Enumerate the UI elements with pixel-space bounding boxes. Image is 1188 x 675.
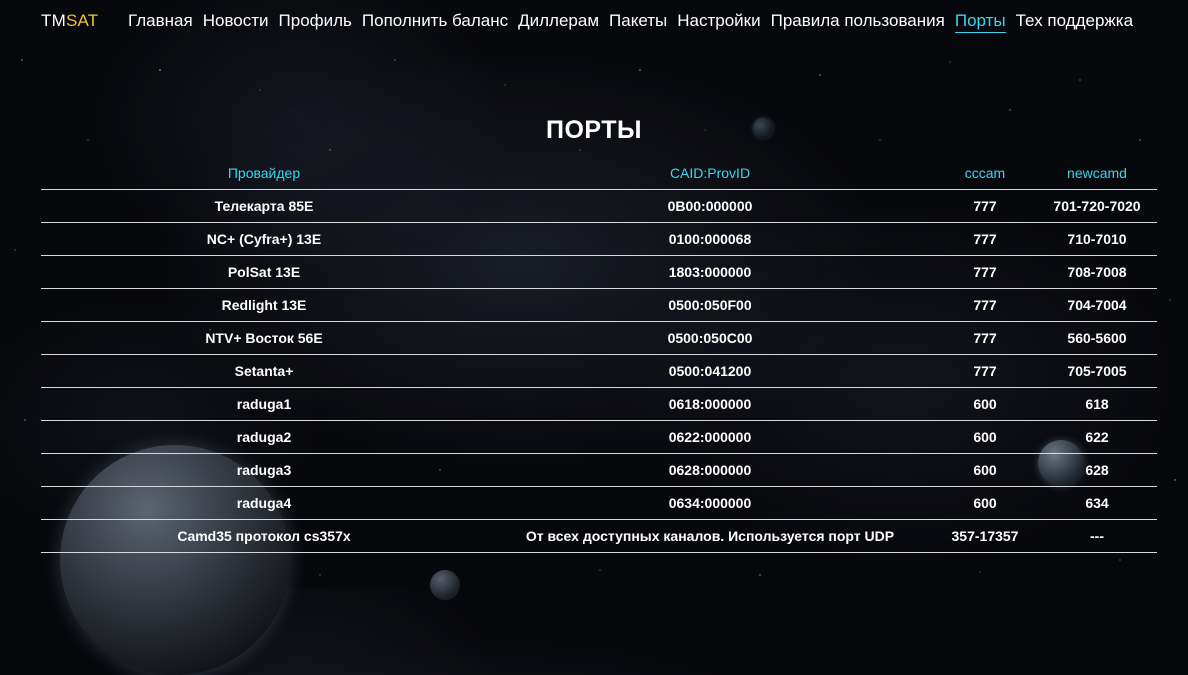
logo-text-tm: TM xyxy=(41,11,66,30)
cell-provider: Redlight 13E xyxy=(41,288,487,322)
nav-item-dealers[interactable]: Диллерам xyxy=(518,11,599,33)
cell-newcamd: 560-5600 xyxy=(1037,321,1157,355)
ports-table: Провайдер CAID:ProvID cccam newcamd Теле… xyxy=(41,156,1157,553)
nav-item-support[interactable]: Тех поддержка xyxy=(1016,11,1133,33)
table-row: Телекарта 85E 0B00:000000 777 701-720-70… xyxy=(41,189,1157,223)
nav-item-terms[interactable]: Правила пользования xyxy=(771,11,945,33)
cell-provider: raduga1 xyxy=(41,387,487,421)
nav-item-packages[interactable]: Пакеты xyxy=(609,11,667,33)
cell-newcamd: 710-7010 xyxy=(1037,222,1157,256)
cell-newcamd: --- xyxy=(1037,519,1157,553)
distant-planet-graphic xyxy=(430,570,460,600)
cell-caid: 0618:000000 xyxy=(487,387,933,421)
table-row: raduga4 0634:000000 600 634 xyxy=(41,486,1157,520)
nav-item-settings[interactable]: Настройки xyxy=(677,11,760,33)
table-row: Setanta+ 0500:041200 777 705-7005 xyxy=(41,354,1157,388)
nav-item-ports[interactable]: Порты xyxy=(954,11,1006,33)
cell-provider: Camd35 протокол cs357x xyxy=(41,519,487,553)
cell-cccam: 600 xyxy=(933,387,1037,421)
table-header-row: Провайдер CAID:ProvID cccam newcamd xyxy=(41,156,1157,190)
column-header-caid: CAID:ProvID xyxy=(487,156,933,190)
main-nav: Главная Новости Профиль Пополнить баланс… xyxy=(128,11,1133,33)
cell-caid: 0634:000000 xyxy=(487,486,933,520)
cell-provider: raduga2 xyxy=(41,420,487,454)
cell-cccam: 777 xyxy=(933,189,1037,223)
table-row: raduga2 0622:000000 600 622 xyxy=(41,420,1157,454)
cell-provider: raduga3 xyxy=(41,453,487,487)
table-row: PolSat 13E 1803:000000 777 708-7008 xyxy=(41,255,1157,289)
cell-caid: 0500:050F00 xyxy=(487,288,933,322)
cell-cccam: 600 xyxy=(933,420,1037,454)
table-row: NTV+ Восток 56E 0500:050C00 777 560-5600 xyxy=(41,321,1157,355)
cell-caid: 0500:041200 xyxy=(487,354,933,388)
nav-item-news[interactable]: Новости xyxy=(203,11,269,33)
page-title: ПОРТЫ xyxy=(545,115,642,144)
cell-provider: PolSat 13E xyxy=(41,255,487,289)
nav-item-top-up-balance[interactable]: Пополнить баланс xyxy=(362,11,508,33)
column-header-cccam: cccam xyxy=(933,156,1037,190)
cell-newcamd: 622 xyxy=(1037,420,1157,454)
table-row: raduga1 0618:000000 600 618 xyxy=(41,387,1157,421)
cell-provider: raduga4 xyxy=(41,486,487,520)
cell-newcamd: 628 xyxy=(1037,453,1157,487)
top-navbar: TMSAT Главная Новости Профиль Пополнить … xyxy=(0,0,1188,44)
table-row: Redlight 13E 0500:050F00 777 704-7004 xyxy=(41,288,1157,322)
table-row: Camd35 протокол cs357x От всех доступных… xyxy=(41,519,1157,553)
table-row: raduga3 0628:000000 600 628 xyxy=(41,453,1157,487)
cell-newcamd: 705-7005 xyxy=(1037,354,1157,388)
cell-cccam: 777 xyxy=(933,288,1037,322)
cell-caid: 0628:000000 xyxy=(487,453,933,487)
cell-newcamd: 634 xyxy=(1037,486,1157,520)
cell-provider: Setanta+ xyxy=(41,354,487,388)
cell-caid: 0100:000068 xyxy=(487,222,933,256)
column-header-provider: Провайдер xyxy=(41,156,487,190)
cell-provider: Телекарта 85E xyxy=(41,189,487,223)
site-logo[interactable]: TMSAT xyxy=(41,11,98,31)
cell-caid: 0500:050C00 xyxy=(487,321,933,355)
cell-cccam: 600 xyxy=(933,486,1037,520)
cell-provider: NC+ (Cyfra+) 13E xyxy=(41,222,487,256)
column-header-newcamd: newcamd xyxy=(1037,156,1157,190)
cell-cccam: 357-17357 xyxy=(933,519,1037,553)
nav-item-home[interactable]: Главная xyxy=(128,11,193,33)
cell-caid: 1803:000000 xyxy=(487,255,933,289)
nav-item-profile[interactable]: Профиль xyxy=(279,11,352,33)
cell-cccam: 777 xyxy=(933,321,1037,355)
table-row: NC+ (Cyfra+) 13E 0100:000068 777 710-701… xyxy=(41,222,1157,256)
cell-newcamd: 701-720-7020 xyxy=(1037,189,1157,223)
cell-provider: NTV+ Восток 56E xyxy=(41,321,487,355)
cell-newcamd: 704-7004 xyxy=(1037,288,1157,322)
cell-cccam: 777 xyxy=(933,222,1037,256)
cell-newcamd: 618 xyxy=(1037,387,1157,421)
cell-cccam: 600 xyxy=(933,453,1037,487)
cell-caid: От всех доступных каналов. Используется … xyxy=(487,519,933,553)
cell-caid: 0622:000000 xyxy=(487,420,933,454)
cell-cccam: 777 xyxy=(933,255,1037,289)
cell-caid: 0B00:000000 xyxy=(487,189,933,223)
logo-text-sat: SAT xyxy=(65,11,99,30)
cell-newcamd: 708-7008 xyxy=(1037,255,1157,289)
cell-cccam: 777 xyxy=(933,354,1037,388)
